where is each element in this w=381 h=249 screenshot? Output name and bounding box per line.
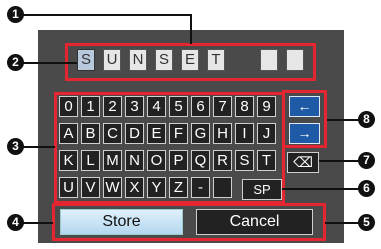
key-row4-3[interactable]: X xyxy=(125,177,144,198)
callout-2-icon: 2 xyxy=(7,54,24,71)
key-row2-3[interactable]: D xyxy=(125,123,144,144)
key-row2-7[interactable]: H xyxy=(213,123,232,144)
key-row4-5[interactable]: Z xyxy=(169,177,188,198)
key-row1-1[interactable]: 1 xyxy=(81,96,100,117)
char-cell[interactable]: T xyxy=(207,49,225,71)
key-row2-5[interactable]: F xyxy=(169,123,188,144)
key-row1-7[interactable]: 7 xyxy=(213,96,232,117)
char-cell[interactable]: N xyxy=(129,49,147,71)
key-row2-2[interactable]: C xyxy=(103,123,122,144)
callout-7-icon: 7 xyxy=(358,152,375,169)
key-row3-4[interactable]: O xyxy=(147,150,166,171)
key-row3-9[interactable]: T xyxy=(257,150,276,171)
key-row1-5[interactable]: 5 xyxy=(169,96,188,117)
key-row4-0[interactable]: U xyxy=(59,177,78,198)
key-row1-4[interactable]: 4 xyxy=(147,96,166,117)
key-blank[interactable] xyxy=(213,177,232,198)
callout-3-icon: 3 xyxy=(7,138,24,155)
callout-leader-1 xyxy=(21,14,191,16)
key-row2-9[interactable]: J xyxy=(257,123,276,144)
key-row1-8[interactable]: 8 xyxy=(235,96,254,117)
backspace-key[interactable]: ⌫ xyxy=(287,152,319,173)
key-row1-2[interactable]: 2 xyxy=(103,96,122,117)
key-row2-1[interactable]: B xyxy=(81,123,100,144)
key-row3-2[interactable]: M xyxy=(103,150,122,171)
space-key[interactable]: SP xyxy=(242,179,282,200)
key-row2-8[interactable]: I xyxy=(235,123,254,144)
callout-5-icon: 5 xyxy=(358,214,375,231)
key-row4-4[interactable]: Y xyxy=(147,177,166,198)
char-cell[interactable]: E xyxy=(181,49,199,71)
key-row2-0[interactable]: A xyxy=(59,123,78,144)
key-row3-7[interactable]: R xyxy=(213,150,232,171)
callout-leader-3 xyxy=(22,146,55,148)
key-row3-5[interactable]: P xyxy=(169,150,188,171)
key-row1-6[interactable]: 6 xyxy=(191,96,210,117)
key-row3-3[interactable]: N xyxy=(125,150,144,171)
key-row1-9[interactable]: 9 xyxy=(257,96,276,117)
callout-leader-6 xyxy=(282,188,360,190)
store-button[interactable]: Store xyxy=(60,209,183,235)
char-cell[interactable]: U xyxy=(103,49,121,71)
key-row4-6[interactable]: - xyxy=(191,177,210,198)
key-row2-6[interactable]: G xyxy=(191,123,210,144)
char-cell[interactable] xyxy=(260,49,278,71)
callout-1-icon: 1 xyxy=(7,6,24,23)
key-row3-6[interactable]: Q xyxy=(191,150,210,171)
callout-leader-1b xyxy=(190,14,192,44)
left-arrow-key[interactable]: ← xyxy=(289,96,320,117)
callout-leader-5 xyxy=(325,222,360,224)
char-cell[interactable] xyxy=(286,49,304,71)
callout-leader-4 xyxy=(22,222,53,224)
right-arrow-key[interactable]: → xyxy=(289,123,320,144)
callout-4-icon: 4 xyxy=(7,214,24,231)
char-cell[interactable]: S xyxy=(77,49,95,71)
callout-leader-7 xyxy=(319,160,360,162)
key-row1-3[interactable]: 3 xyxy=(125,96,144,117)
key-row1-0[interactable]: 0 xyxy=(59,96,78,117)
cancel-button[interactable]: Cancel xyxy=(196,209,313,235)
key-row3-8[interactable]: S xyxy=(235,150,254,171)
key-row4-1[interactable]: V xyxy=(81,177,100,198)
key-row3-1[interactable]: L xyxy=(81,150,100,171)
callout-leader-8 xyxy=(327,119,360,121)
callout-6-icon: 6 xyxy=(358,180,375,197)
callout-8-icon: 8 xyxy=(358,111,375,128)
key-row2-4[interactable]: E xyxy=(147,123,166,144)
key-row3-0[interactable]: K xyxy=(59,150,78,171)
callout-leader-2 xyxy=(22,62,77,64)
char-cell[interactable]: S xyxy=(155,49,173,71)
key-row4-2[interactable]: W xyxy=(103,177,122,198)
